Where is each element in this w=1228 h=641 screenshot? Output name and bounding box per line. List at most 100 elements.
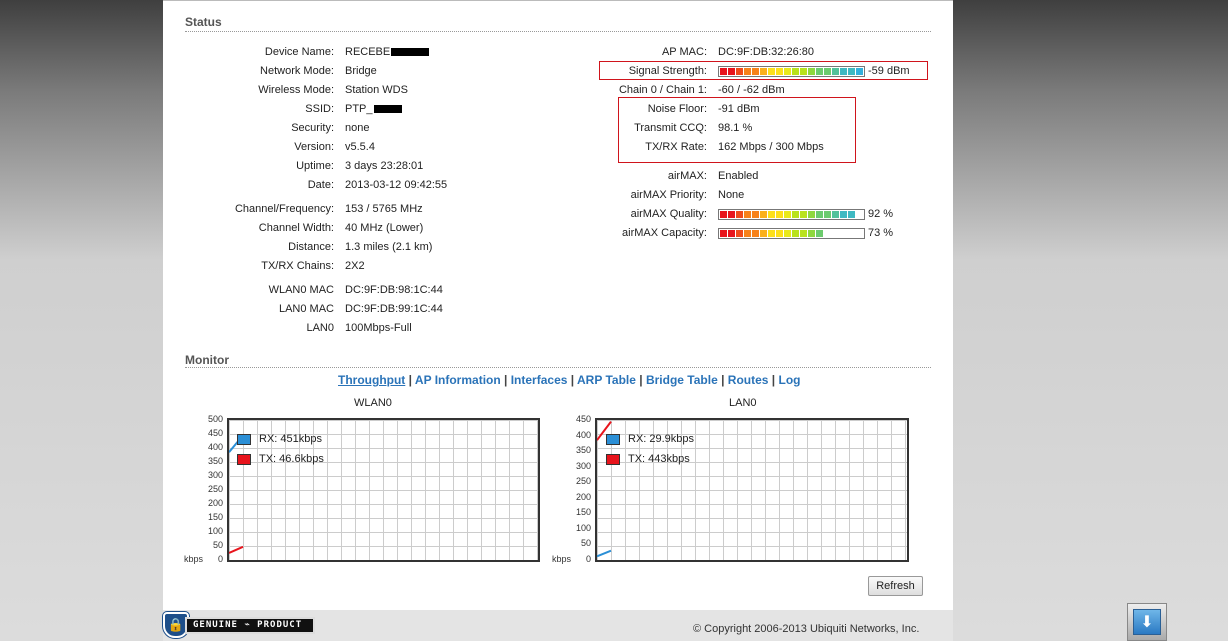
meter-segment xyxy=(816,230,823,237)
status-value: 92 % xyxy=(868,208,894,220)
status-label: Network Mode: xyxy=(260,65,334,77)
status-value: 153 / 5765 MHz xyxy=(345,203,423,215)
meter-segment xyxy=(720,211,727,218)
redacted-block xyxy=(373,105,402,114)
meter-segment xyxy=(768,211,775,218)
tab-ap-information[interactable]: AP Information xyxy=(415,373,501,387)
lan0-y-tick: 250 xyxy=(575,476,591,487)
status-value: v5.5.4 xyxy=(345,141,375,153)
status-value: none xyxy=(345,122,369,134)
status-label: Uptime: xyxy=(296,160,334,172)
lan0-legend-tx: TX: 443kbps xyxy=(606,453,690,465)
lan0-y-tick: 200 xyxy=(575,491,591,502)
download-button[interactable]: ⬇ xyxy=(1127,603,1167,641)
status-value-text: DC:9F:DB:99:1C:44 xyxy=(345,303,443,315)
status-label: airMAX: xyxy=(667,170,707,182)
meter-segment xyxy=(848,211,855,218)
status-value-text: 2X2 xyxy=(345,260,365,272)
wlan0-throughput-chart: RX: 451kbps TX: 46.6kbps xyxy=(227,418,540,562)
meter-segment xyxy=(728,211,735,218)
status-label: Device Name: xyxy=(264,46,334,58)
quality-meter xyxy=(718,209,865,220)
status-value: -60 / -62 dBm xyxy=(718,84,785,96)
status-value: DC:9F:DB:99:1C:44 xyxy=(345,303,443,315)
status-value: 1.3 miles (2.1 km) xyxy=(345,241,432,253)
meter-segment xyxy=(744,211,751,218)
tab-separator: | xyxy=(768,373,779,387)
status-label: Date: xyxy=(307,179,334,191)
lan0-y-tick: 150 xyxy=(575,507,591,518)
status-value-text: 153 / 5765 MHz xyxy=(345,203,423,215)
meter-segment xyxy=(832,211,839,218)
meter-segment xyxy=(760,230,767,237)
status-label: Security: xyxy=(291,122,334,134)
wlan0-legend-rx-label: RX: 451kbps xyxy=(259,433,322,445)
tab-log[interactable]: Log xyxy=(778,373,800,387)
meter-segment xyxy=(736,211,743,218)
status-value-text: PTP_ xyxy=(345,103,373,115)
status-value: DC:9F:DB:98:1C:44 xyxy=(345,284,443,296)
status-value-text: 2013-03-12 09:42:55 xyxy=(345,179,448,191)
lan0-y-tick: 350 xyxy=(575,445,591,456)
status-section-title: Status xyxy=(185,15,222,29)
lan0-throughput-chart: RX: 29.9kbps TX: 443kbps xyxy=(595,418,909,562)
tx-swatch xyxy=(606,453,620,465)
meter-segment xyxy=(736,230,743,237)
meter-segment xyxy=(784,230,791,237)
tab-separator: | xyxy=(405,373,415,387)
status-label: LAN0 MAC xyxy=(278,303,334,315)
lan0-y-unit: kbps xyxy=(551,554,571,564)
wlan0-y-tick: 300 xyxy=(207,470,223,480)
status-value-text: Station WDS xyxy=(345,84,408,96)
lan0-rx-series-line xyxy=(597,549,612,558)
capacity-meter xyxy=(718,228,865,239)
wlan0-chart-title: WLAN0 xyxy=(354,397,392,409)
tab-separator: | xyxy=(500,373,511,387)
wlan0-legend-tx-label: TX: 46.6kbps xyxy=(259,453,324,465)
tab-throughput[interactable]: Throughput xyxy=(338,373,405,387)
wlan0-y-tick: 150 xyxy=(207,512,223,522)
status-value: PTP_ xyxy=(345,103,402,115)
wlan0-legend-tx: TX: 46.6kbps xyxy=(237,453,324,465)
status-value-text: Bridge xyxy=(345,65,377,77)
wlan0-tx-series-line xyxy=(229,545,244,554)
status-label: airMAX Capacity: xyxy=(622,227,707,239)
redacted-block xyxy=(391,48,430,57)
tab-interfaces[interactable]: Interfaces xyxy=(511,373,568,387)
refresh-button[interactable]: Refresh xyxy=(868,576,923,596)
status-label: Distance: xyxy=(288,241,334,253)
wlan0-y-tick: 100 xyxy=(207,526,223,536)
lan0-y-tick: 450 xyxy=(575,414,591,424)
status-value: DC:9F:DB:32:26:80 xyxy=(718,46,814,58)
status-label: Chain 0 / Chain 1: xyxy=(618,84,707,96)
meter-segment xyxy=(728,230,735,237)
status-label: SSID: xyxy=(305,103,334,115)
meter-segment xyxy=(720,230,727,237)
status-value: RECEBE xyxy=(345,46,430,58)
status-value-text: 1.3 miles (2.1 km) xyxy=(345,241,433,253)
lan0-y-tick: 300 xyxy=(575,460,591,471)
meter-segment xyxy=(816,211,823,218)
tx-swatch xyxy=(237,453,251,465)
signal-strength-highlight xyxy=(599,61,928,80)
wlan0-y-tick: 200 xyxy=(207,498,223,508)
meter-segment xyxy=(784,211,791,218)
status-label: WLAN0 MAC xyxy=(268,284,334,296)
monitor-section-title: Monitor xyxy=(185,353,229,367)
status-value-text: none xyxy=(345,122,370,134)
meter-segment xyxy=(752,211,759,218)
meter-segment xyxy=(792,211,799,218)
meter-segment xyxy=(776,211,783,218)
tab-arp-table[interactable]: ARP Table xyxy=(577,373,636,387)
tab-bridge-table[interactable]: Bridge Table xyxy=(646,373,718,387)
status-value-text: RECEBE xyxy=(345,46,391,58)
wlan0-y-tick: 450 xyxy=(207,428,223,438)
meter-segment xyxy=(808,230,815,237)
copyright-text: © Copyright 2006-2013 Ubiquiti Networks,… xyxy=(693,623,920,635)
tab-routes[interactable]: Routes xyxy=(728,373,769,387)
meter-segment xyxy=(808,211,815,218)
status-label: airMAX Quality: xyxy=(630,208,707,220)
lan0-y-tick: 100 xyxy=(575,522,591,533)
lan0-legend-rx-label: RX: 29.9kbps xyxy=(628,433,695,445)
status-label: TX/RX Chains: xyxy=(261,260,334,272)
